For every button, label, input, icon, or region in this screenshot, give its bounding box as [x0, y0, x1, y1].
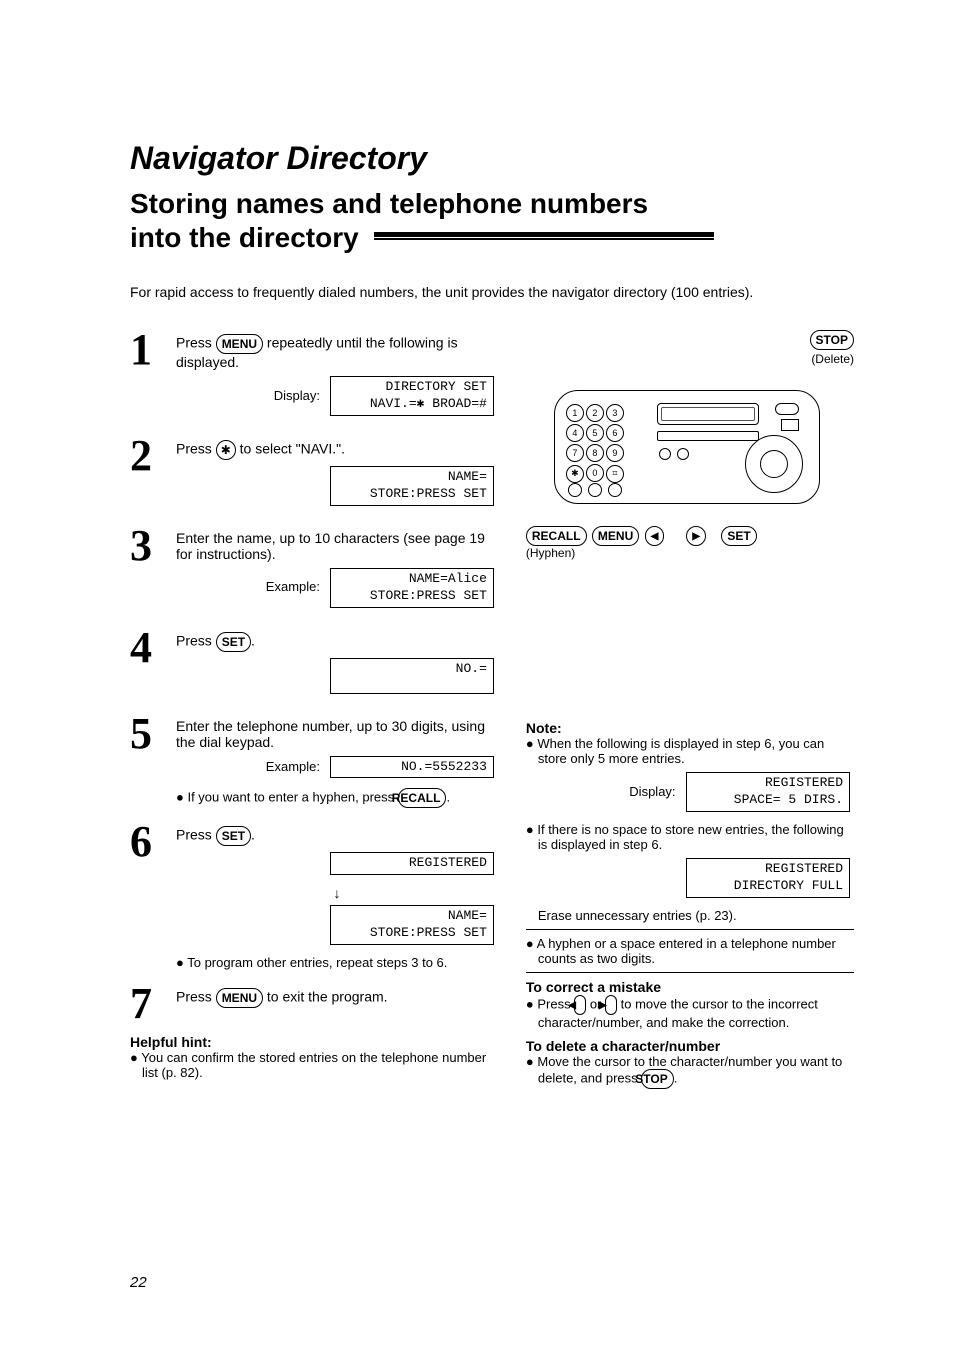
step5-bullet-b: . [446, 790, 450, 805]
device-bottom-labels: RECALL MENU SET (Hyphen) [526, 526, 854, 560]
divider [526, 972, 854, 973]
correct-title: To correct a mistake [526, 979, 854, 995]
right-arrow-key [686, 526, 706, 546]
step1-text-a: Press [176, 335, 216, 351]
keypad-icon: 123 456 789 ✱0⌗ [565, 403, 625, 484]
left-arrow-key [574, 995, 586, 1015]
step-3: 3 Enter the name, up to 10 characters (s… [130, 526, 498, 618]
display-box: NAME= STORE:PRESS SET [330, 466, 494, 506]
display-label: Display: [274, 388, 320, 403]
display-box: REGISTERED [330, 852, 494, 875]
note-bullet-1: When the following is displayed in step … [537, 736, 824, 766]
example-label: Example: [266, 579, 320, 594]
note-erase: Erase unnecessary entries (p. 23). [538, 908, 854, 923]
set-key: SET [216, 826, 251, 846]
step7-text-b: to exit the program. [267, 989, 388, 1005]
step-5: 5 Enter the telephone number, up to 30 d… [130, 714, 498, 813]
delete-b: . [674, 1070, 678, 1085]
set-key-label: SET [721, 526, 756, 546]
page-number: 22 [130, 1274, 147, 1291]
section-title-line2: into the directory [130, 222, 359, 253]
menu-key: MENU [216, 334, 263, 354]
note-bullet-2: If there is no space to store new entrie… [537, 822, 843, 852]
menu-key: MENU [216, 988, 263, 1008]
arrow-down-icon: ↓ [176, 885, 498, 901]
step5-text: Enter the telephone number, up to 30 dig… [176, 718, 485, 750]
step3-text: Enter the name, up to 10 characters (see… [176, 530, 485, 562]
step-2: 2 Press ✱ to select "NAVI.". NAME= STORE… [130, 436, 498, 516]
display-box: REGISTERED DIRECTORY FULL [686, 858, 850, 898]
step4-text-b: . [251, 632, 255, 648]
intro-text: For rapid access to frequently dialed nu… [130, 284, 854, 300]
device-illustration: 123 456 789 ✱0⌗ [540, 370, 840, 520]
stop-sub: (Delete) [811, 352, 854, 366]
note-bullet-3: A hyphen or a space entered in a telepho… [537, 936, 836, 966]
display-box: NO.=5552233 [330, 756, 494, 779]
note-title: Note: [526, 720, 854, 736]
step6-text-a: Press [176, 827, 216, 843]
step2-text-b: to select "NAVI.". [240, 441, 345, 457]
right-arrow-key [605, 995, 617, 1015]
step5-bullet-a: If you want to enter a hyphen, press [187, 790, 397, 805]
section-title-line1: Storing names and telephone numbers [130, 188, 648, 219]
chapter-title: Navigator Directory [130, 140, 854, 177]
recall-key: RECALL [398, 788, 447, 808]
step-number: 1 [130, 330, 166, 426]
divider [526, 929, 854, 930]
step-number: 6 [130, 822, 166, 974]
display-box: DIRECTORY SET NAVI.=✱ BROAD=# [330, 376, 494, 416]
menu-key-label: MENU [592, 526, 639, 546]
step-number: 3 [130, 526, 166, 618]
navigator-dial-icon [745, 435, 803, 493]
section-title: Storing names and telephone numbers into… [130, 187, 854, 254]
stop-key: STOP [641, 1069, 673, 1089]
left-arrow-key [645, 526, 665, 546]
delete-a: Move the cursor to the character/number … [537, 1054, 842, 1085]
step-4: 4 Press SET. NO.= [130, 628, 498, 704]
recall-sub: (Hyphen) [526, 546, 575, 560]
step4-text-a: Press [176, 632, 216, 648]
star-key: ✱ [216, 440, 236, 460]
step7-text-a: Press [176, 989, 216, 1005]
set-key: SET [216, 632, 251, 652]
step-7: 7 Press MENU to exit the program. [130, 984, 498, 1024]
display-box: NO.= [330, 658, 494, 694]
step-number: 5 [130, 714, 166, 813]
display-box: NAME=Alice STORE:PRESS SET [330, 568, 494, 608]
step-6: 6 Press SET. REGISTERED ↓ NAME= STORE:PR… [130, 822, 498, 974]
stop-key-label: STOP [810, 330, 854, 350]
recall-key-label: RECALL [526, 526, 587, 546]
step-number: 2 [130, 436, 166, 516]
lcd-icon [657, 403, 759, 425]
step-number: 4 [130, 628, 166, 704]
step2-text-a: Press [176, 441, 216, 457]
step-1: 1 Press MENU repeatedly until the follow… [130, 330, 498, 426]
display-box: NAME= STORE:PRESS SET [330, 905, 494, 945]
display-box: REGISTERED SPACE= 5 DIRS. [686, 772, 850, 812]
step6-text-b: . [251, 827, 255, 843]
helpful-hint-bullet: You can confirm the stored entries on th… [141, 1050, 486, 1080]
step6-bullet: To program other entries, repeat steps 3… [187, 955, 447, 970]
section-rule [374, 232, 714, 240]
step-number: 7 [130, 984, 166, 1024]
helpful-hint-title: Helpful hint: [130, 1034, 498, 1050]
delete-title: To delete a character/number [526, 1038, 854, 1054]
example-label: Example: [266, 759, 320, 774]
display-label: Display: [629, 784, 675, 799]
